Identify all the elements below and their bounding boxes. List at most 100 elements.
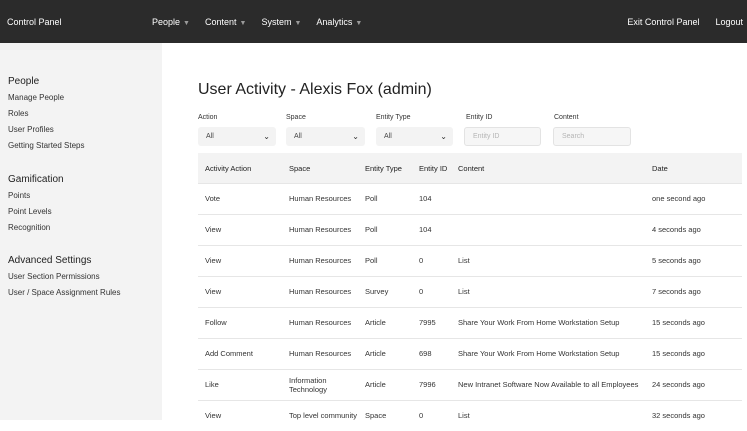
entity-id-cell: 0 (412, 401, 451, 431)
sidebar-item-points[interactable]: Points (8, 191, 64, 200)
content-filter-label: Content (554, 114, 579, 121)
content-cell (451, 184, 645, 215)
activity-action-cell: Follow (198, 308, 282, 339)
entity-id-cell: 7996 (412, 370, 451, 401)
nav-content[interactable]: Content▼ (205, 17, 246, 27)
nav-people-label: People (152, 17, 180, 27)
date-cell: 4 seconds ago (645, 215, 742, 246)
content-cell[interactable]: New Intranet Software Now Available to a… (451, 370, 645, 401)
table-row: Add Comment Human Resources Article 698 … (198, 339, 742, 370)
exit-control-panel-link[interactable]: Exit Control Panel (627, 17, 699, 27)
sidebar-section-people: People Manage People Roles User Profiles… (8, 76, 85, 157)
sidebar-section-gamification: Gamification Points Point Levels Recogni… (8, 174, 64, 239)
entity-id-cell: 104 (412, 184, 451, 215)
entity-type-select[interactable]: All ⌄ (376, 127, 453, 146)
nav-system[interactable]: System▼ (261, 17, 301, 27)
activity-action-cell: Add Comment (198, 339, 282, 370)
sidebar-item-user-profiles[interactable]: User Profiles (8, 125, 85, 134)
table-row: Vote Human Resources Poll 104 one second… (198, 184, 742, 215)
content-cell (451, 215, 645, 246)
logout-link[interactable]: Logout (715, 17, 743, 27)
entity-type-cell: Survey (358, 277, 412, 308)
entity-type-cell: Article (358, 339, 412, 370)
space-cell: Human Resources (282, 184, 358, 215)
activity-action-cell: View (198, 246, 282, 277)
content-search-placeholder: Search (562, 133, 584, 140)
space-filter-label: Space (286, 114, 306, 121)
entity-type-cell: Poll (358, 184, 412, 215)
chevron-down-icon: ▼ (355, 20, 362, 27)
entity-type-cell: Poll (358, 246, 412, 277)
nav-analytics-label: Analytics (316, 17, 352, 27)
space-cell: Human Resources (282, 246, 358, 277)
sidebar-section-title: Advanced Settings (8, 255, 121, 266)
entity-id-cell: 0 (412, 277, 451, 308)
sidebar-item-roles[interactable]: Roles (8, 109, 85, 118)
column-header-entity-type: Entity Type (358, 153, 412, 184)
column-header-activity-action: Activity Action (198, 153, 282, 184)
chevron-down-icon: ⌄ (352, 132, 359, 141)
activity-action-cell: View (198, 277, 282, 308)
content-cell[interactable]: List (451, 401, 645, 431)
entity-type-filter-label: Entity Type (376, 114, 411, 121)
space-select[interactable]: All ⌄ (286, 127, 365, 146)
sidebar-item-manage-people[interactable]: Manage People (8, 93, 85, 102)
content-search-input[interactable]: Search (553, 127, 631, 146)
date-cell: 5 seconds ago (645, 246, 742, 277)
content-cell[interactable]: Share Your Work From Home Workstation Se… (451, 339, 645, 370)
activity-table: Activity Action Space Entity Type Entity… (198, 153, 742, 431)
sidebar-item-point-levels[interactable]: Point Levels (8, 207, 64, 216)
activity-action-cell: View (198, 215, 282, 246)
date-cell: 15 seconds ago (645, 339, 742, 370)
table-header-row: Activity Action Space Entity Type Entity… (198, 153, 742, 184)
table-row: Like Information Technology Article 7996… (198, 370, 742, 401)
date-cell: 32 seconds ago (645, 401, 742, 431)
chevron-down-icon: ▼ (294, 20, 301, 27)
chevron-down-icon: ▼ (240, 20, 247, 27)
sidebar-item-getting-started-steps[interactable]: Getting Started Steps (8, 141, 85, 150)
space-cell: Human Resources (282, 308, 358, 339)
control-panel-brand[interactable]: Control Panel (7, 17, 62, 27)
nav-system-label: System (261, 17, 291, 27)
table-row: Follow Human Resources Article 7995 Shar… (198, 308, 742, 339)
entity-id-filter-label: Entity ID (466, 114, 492, 121)
activity-action-cell: Vote (198, 184, 282, 215)
column-header-space: Space (282, 153, 358, 184)
entity-type-select-value: All (384, 133, 392, 140)
topbar-actions: Exit Control Panel Logout (611, 17, 743, 27)
activity-action-cell: Like (198, 370, 282, 401)
page-title: User Activity - Alexis Fox (admin) (198, 81, 432, 99)
table-row: View Human Resources Survey 0 List 7 sec… (198, 277, 742, 308)
column-header-content: Content (451, 153, 645, 184)
activity-action-cell: View (198, 401, 282, 431)
table-row: View Top level community Space 0 List 32… (198, 401, 742, 431)
sidebar-item-user-section-permissions[interactable]: User Section Permissions (8, 272, 121, 281)
entity-id-input[interactable]: Entity ID (464, 127, 541, 146)
content-cell[interactable]: List (451, 246, 645, 277)
entity-type-cell: Poll (358, 215, 412, 246)
chevron-down-icon: ⌄ (440, 132, 447, 141)
entity-id-cell: 698 (412, 339, 451, 370)
content-cell[interactable]: List (451, 277, 645, 308)
entity-id-placeholder: Entity ID (473, 133, 499, 140)
sidebar-item-recognition[interactable]: Recognition (8, 223, 64, 232)
sidebar-section-title: Gamification (8, 174, 64, 185)
table-row: View Human Resources Poll 104 4 seconds … (198, 215, 742, 246)
nav-people[interactable]: People▼ (152, 17, 190, 27)
space-cell: Human Resources (282, 277, 358, 308)
sidebar-item-user-space-assignment-rules[interactable]: User / Space Assignment Rules (8, 288, 121, 297)
nav-analytics[interactable]: Analytics▼ (316, 17, 362, 27)
entity-type-cell: Article (358, 308, 412, 339)
space-select-value: All (294, 133, 302, 140)
column-header-entity-id: Entity ID (412, 153, 451, 184)
space-cell: Top level community (282, 401, 358, 431)
entity-id-cell: 104 (412, 215, 451, 246)
content-cell[interactable]: Share Your Work From Home Workstation Se… (451, 308, 645, 339)
space-cell: Human Resources (282, 215, 358, 246)
top-navigation-bar: Control Panel People▼ Content▼ System▼ A… (0, 0, 747, 43)
entity-type-cell: Space (358, 401, 412, 431)
date-cell: one second ago (645, 184, 742, 215)
chevron-down-icon: ⌄ (263, 132, 270, 141)
table-row: View Human Resources Poll 0 List 5 secon… (198, 246, 742, 277)
action-select[interactable]: All ⌄ (198, 127, 276, 146)
